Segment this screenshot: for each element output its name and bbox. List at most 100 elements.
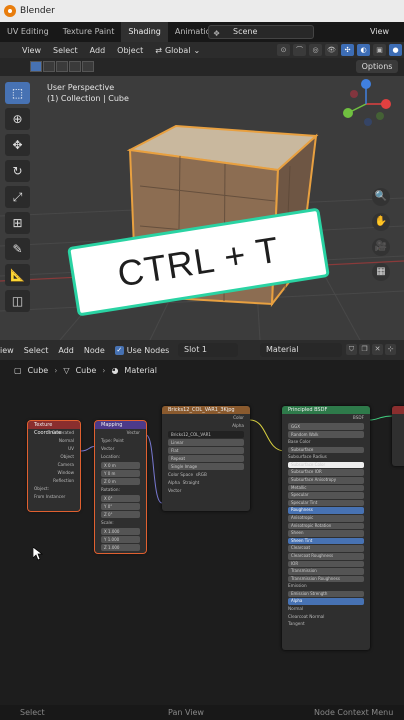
grid-view-icon[interactable]: ▦ [372,263,390,281]
socket-window[interactable]: Window [28,469,80,477]
options-button[interactable]: Options [356,60,398,73]
object-field-label[interactable]: Object: [28,485,80,493]
image-texture-node[interactable]: Bricks12_COL_VAR1_3Kjpg Color Alpha Bric… [162,406,250,511]
socket-vector-out[interactable]: Vector [95,429,146,437]
bsdf-input-anisotropic[interactable]: Anisotropic [288,514,364,522]
socket-reflection[interactable]: Reflection [28,477,80,485]
bsdf-input-subsurface-anisotropy[interactable]: Subsurface Anisotropy [288,476,364,484]
bsdf-input-roughness[interactable]: Roughness [288,507,364,514]
socket-vector-in[interactable]: Vector [162,487,250,495]
distribution-select[interactable]: GGX [288,423,364,430]
location-z[interactable]: Z 0 m [101,478,140,485]
tab-texture-paint[interactable]: Texture Paint [56,22,122,42]
select-box-icon[interactable]: ⬚ [5,82,30,104]
bsdf-input-specular[interactable]: Specular [288,492,364,499]
select-invert-icon[interactable] [69,61,81,72]
image-selector[interactable]: Bricks12_COL_VAR1 [168,431,244,438]
bsdf-input-transmission-roughness[interactable]: Transmission Roughness [288,575,364,583]
material-output-node[interactable] [392,406,404,466]
extension-select[interactable]: Repeat [168,455,244,462]
socket-vector-in[interactable]: Vector [95,445,146,453]
scale-y[interactable]: Y 1.000 [101,536,140,543]
navigation-gizmo[interactable] [343,79,391,126]
shading-solid-icon[interactable]: ● [389,44,402,56]
mapping-node[interactable]: Mapping Vector Type: Point Vector Locati… [94,420,147,554]
rotation-x[interactable]: X 0° [101,495,140,502]
principled-bsdf-node[interactable]: Principled BSDF BSDF GGX Random Walk Bas… [282,406,370,650]
use-nodes-toggle[interactable]: ✓ Use Nodes [110,345,175,355]
tab-shading[interactable]: Shading [121,22,168,42]
socket-color[interactable]: Color [162,414,250,422]
projection-select[interactable]: Flat [168,447,244,454]
socket-alpha[interactable]: Alpha [162,422,250,430]
bsdf-input-clearcoat-normal[interactable]: Clearcoat Normal [282,614,370,621]
bsdf-input-anisotropic-rotation[interactable]: Anisotropic Rotation [288,522,364,530]
menu-select-node[interactable]: Select [19,346,54,355]
colorspace-row[interactable]: Color Space sRGB [162,471,250,479]
rotation-z[interactable]: Z 0° [101,511,140,518]
xray-icon[interactable]: ▣ [373,44,386,56]
mapping-type[interactable]: Type: Point [95,437,146,445]
pin-icon[interactable]: ⊹ [385,344,396,355]
node-canvas[interactable]: ▢ Cube › ▽ Cube › ◕ Material Texture Coo… [0,360,404,705]
snap-icon[interactable]: ⌒ [293,44,306,56]
menu-add-node[interactable]: Add [53,346,79,355]
socket-normal[interactable]: Normal [28,437,80,445]
socket-object[interactable]: Object [28,453,80,461]
from-instancer-checkbox[interactable]: From Instancer [28,493,80,501]
location-x[interactable]: X 0 m [101,462,140,469]
bsdf-input-ior[interactable]: IOR [288,560,364,568]
close-icon[interactable]: ✕ [372,344,383,355]
bsdf-input-alpha[interactable]: Alpha [288,598,364,606]
add-cube-tool-icon[interactable]: ◫ [5,290,30,312]
scene-selector[interactable]: ❖ Scene [208,25,314,39]
socket-bsdf[interactable]: BSDF [282,414,370,422]
scale-z[interactable]: Z 1.000 [101,544,140,551]
bsdf-input-tangent[interactable]: Tangent [282,621,370,628]
transform-orientation[interactable]: ⇄ Global ⌄ [149,46,206,55]
interpolation-select[interactable]: Linear [168,439,244,446]
bsdf-input-emission-strength[interactable]: Emission Strength [288,590,364,598]
camera-icon[interactable]: 🎥 [372,238,390,256]
material-selector[interactable]: Material [260,343,342,357]
pan-hand-icon[interactable]: ✋ [372,213,390,231]
bsdf-input-transmission[interactable]: Transmission [288,568,364,575]
menu-select[interactable]: Select [47,46,84,55]
slot-selector[interactable]: Slot 1 [178,343,238,357]
pivot-icon[interactable]: ⊙ [277,44,290,56]
cursor-tool-icon[interactable]: ⊕ [5,108,30,130]
rotation-y[interactable]: Y 0° [101,503,140,510]
transform-tool-icon[interactable]: ⊞ [5,212,30,234]
texture-coordinate-node[interactable]: Texture Coordinate Generated Normal UV O… [27,420,81,512]
shield-icon[interactable]: ⛉ [346,344,357,355]
socket-uv[interactable]: UV [28,445,80,453]
select-extend-icon[interactable] [43,61,55,72]
visibility-icon[interactable]: 👁 [325,44,338,56]
bsdf-input-normal[interactable]: Normal [282,606,370,613]
bsdf-input-sheen-tint[interactable]: Sheen Tint [288,537,364,545]
bsdf-input-subsurface-ior[interactable]: Subsurface IOR [288,469,364,476]
overlay-icon[interactable]: ◐ [357,44,370,56]
bsdf-input-subsurface-color[interactable]: Subsurface Color [288,461,364,469]
bsdf-input-base-color[interactable]: Base Color [282,439,370,446]
select-subtract-icon[interactable] [56,61,68,72]
menu-object[interactable]: Object [111,46,149,55]
bsdf-input-sheen[interactable]: Sheen [288,530,364,537]
annotate-tool-icon[interactable]: ✎ [5,238,30,260]
menu-add[interactable]: Add [84,46,112,55]
subsurface-method-select[interactable]: Random Walk [288,431,364,438]
breadcrumb-material[interactable]: Material [124,366,157,375]
alpha-row[interactable]: Alpha Straight [162,479,250,487]
move-tool-icon[interactable]: ✥ [5,134,30,156]
select-intersect-icon[interactable] [82,61,94,72]
socket-camera[interactable]: Camera [28,461,80,469]
bsdf-input-subsurface[interactable]: Subsurface [288,446,364,454]
view-layer-label[interactable]: View Lay [352,22,404,56]
3d-viewport[interactable]: ⬚ ⊕ ✥ ↻ ⤢ ⊞ ✎ 📐 ◫ User Perspective (1) C… [0,76,404,340]
bsdf-input-emission[interactable]: Emission [282,583,370,590]
scale-tool-icon[interactable]: ⤢ [5,186,30,208]
proportional-icon[interactable]: ◎ [309,44,322,56]
bsdf-input-clearcoat-roughness[interactable]: Clearcoat Roughness [288,552,364,560]
zoom-icon[interactable]: 🔍 [372,188,390,206]
bsdf-input-subsurface-radius[interactable]: Subsurface Radius [282,454,370,461]
